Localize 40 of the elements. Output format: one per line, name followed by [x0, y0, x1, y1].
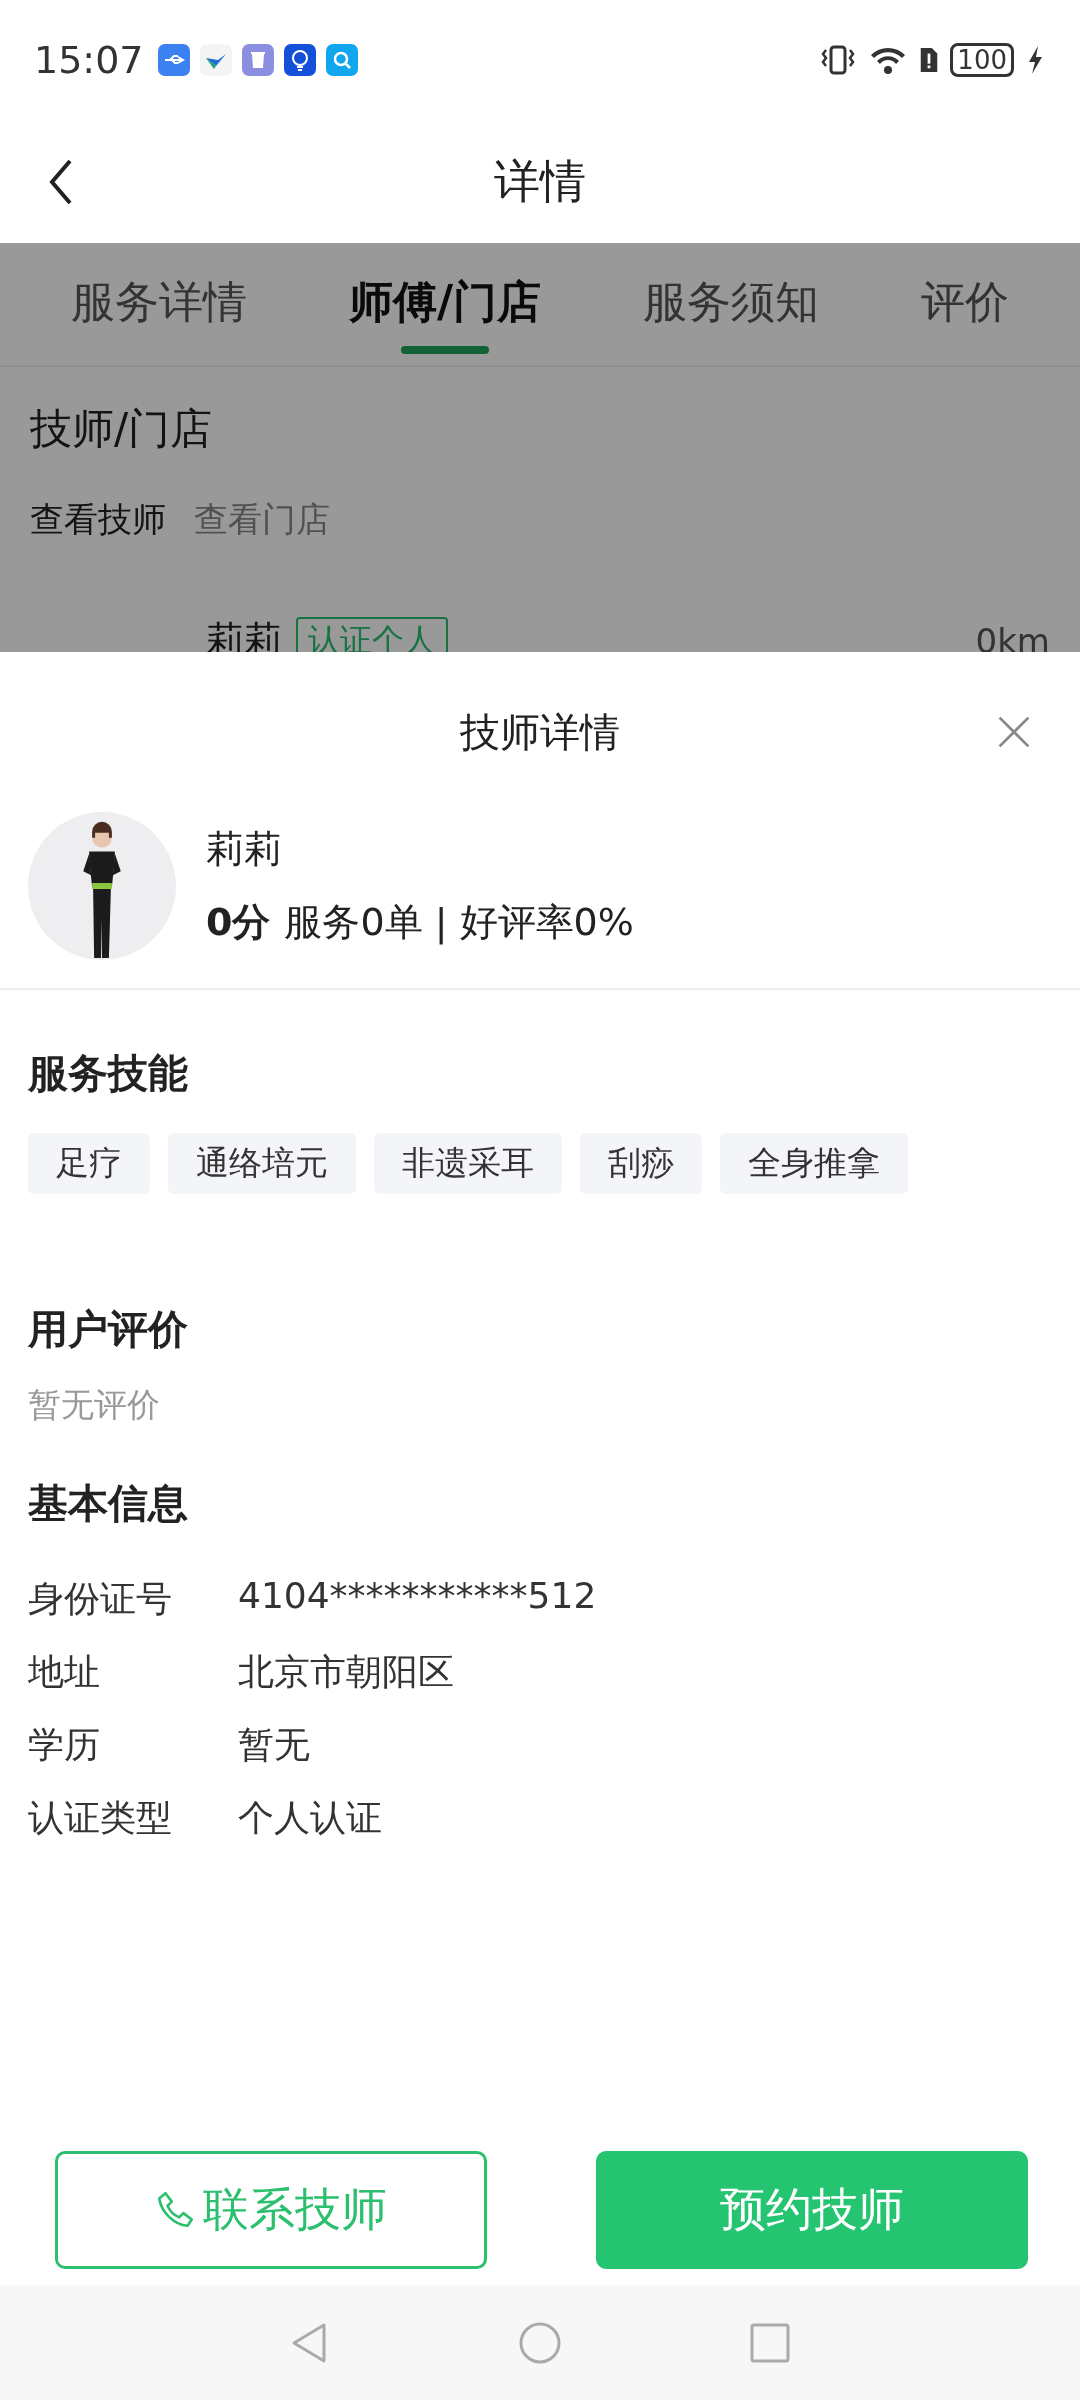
- distance: 0km: [975, 620, 1050, 661]
- usb-icon: [157, 44, 190, 76]
- bulb-icon: [283, 44, 316, 76]
- skill-tag: 非遗采耳: [374, 1133, 562, 1194]
- book-button[interactable]: 预约技师: [596, 2151, 1028, 2269]
- skill-tag: 通络培元: [168, 1133, 356, 1194]
- info-value: 个人认证: [238, 1796, 382, 1840]
- skill-tag: 足疗: [28, 1133, 150, 1194]
- section-heading: 服务技能: [26, 1049, 189, 1098]
- trash-icon: [241, 44, 274, 76]
- sheet-title: 技师详情: [460, 707, 620, 757]
- info-value: 北京市朝阳区: [238, 1650, 454, 1694]
- tab[interactable]: 师傅/门店: [348, 254, 542, 354]
- page-title: 详情: [494, 152, 586, 210]
- skill-tag: 刮痧: [580, 1133, 702, 1194]
- sub-tab[interactable]: 查看门店: [194, 497, 330, 543]
- info-value: 暂无: [238, 1723, 310, 1767]
- home-nav-icon[interactable]: [518, 2320, 562, 2365]
- section-title: 技师/门店: [29, 403, 214, 455]
- section-heading: 基本信息: [27, 1479, 189, 1528]
- info-label: 学历: [28, 1723, 101, 1767]
- tab[interactable]: 服务详情: [71, 254, 247, 354]
- empty-reviews-text: 暂无评价: [27, 1384, 161, 1426]
- contact-button[interactable]: 联系技师: [55, 2151, 487, 2269]
- battery-indicator: 100: [950, 43, 1014, 77]
- info-label: 地址: [28, 1650, 101, 1694]
- info-label: 身份证号: [28, 1577, 173, 1621]
- score: 0分: [206, 899, 271, 946]
- info-label: 认证类型: [28, 1796, 173, 1840]
- tab[interactable]: 服务须知: [643, 254, 819, 354]
- section-heading: 用户评价: [27, 1305, 189, 1354]
- info-value: 4104***********512: [238, 1575, 597, 1618]
- search-icon: [325, 44, 358, 76]
- skill-tag: 全身推拿: [720, 1133, 908, 1194]
- service-stats: 服务0单 | 好评率0%: [284, 899, 634, 947]
- technician-name: 莉莉: [206, 826, 283, 873]
- sub-tab[interactable]: 查看技师: [30, 497, 166, 543]
- tab[interactable]: 评价: [920, 254, 1009, 354]
- status-time: 15:07: [34, 38, 144, 82]
- close-icon[interactable]: [996, 714, 1032, 750]
